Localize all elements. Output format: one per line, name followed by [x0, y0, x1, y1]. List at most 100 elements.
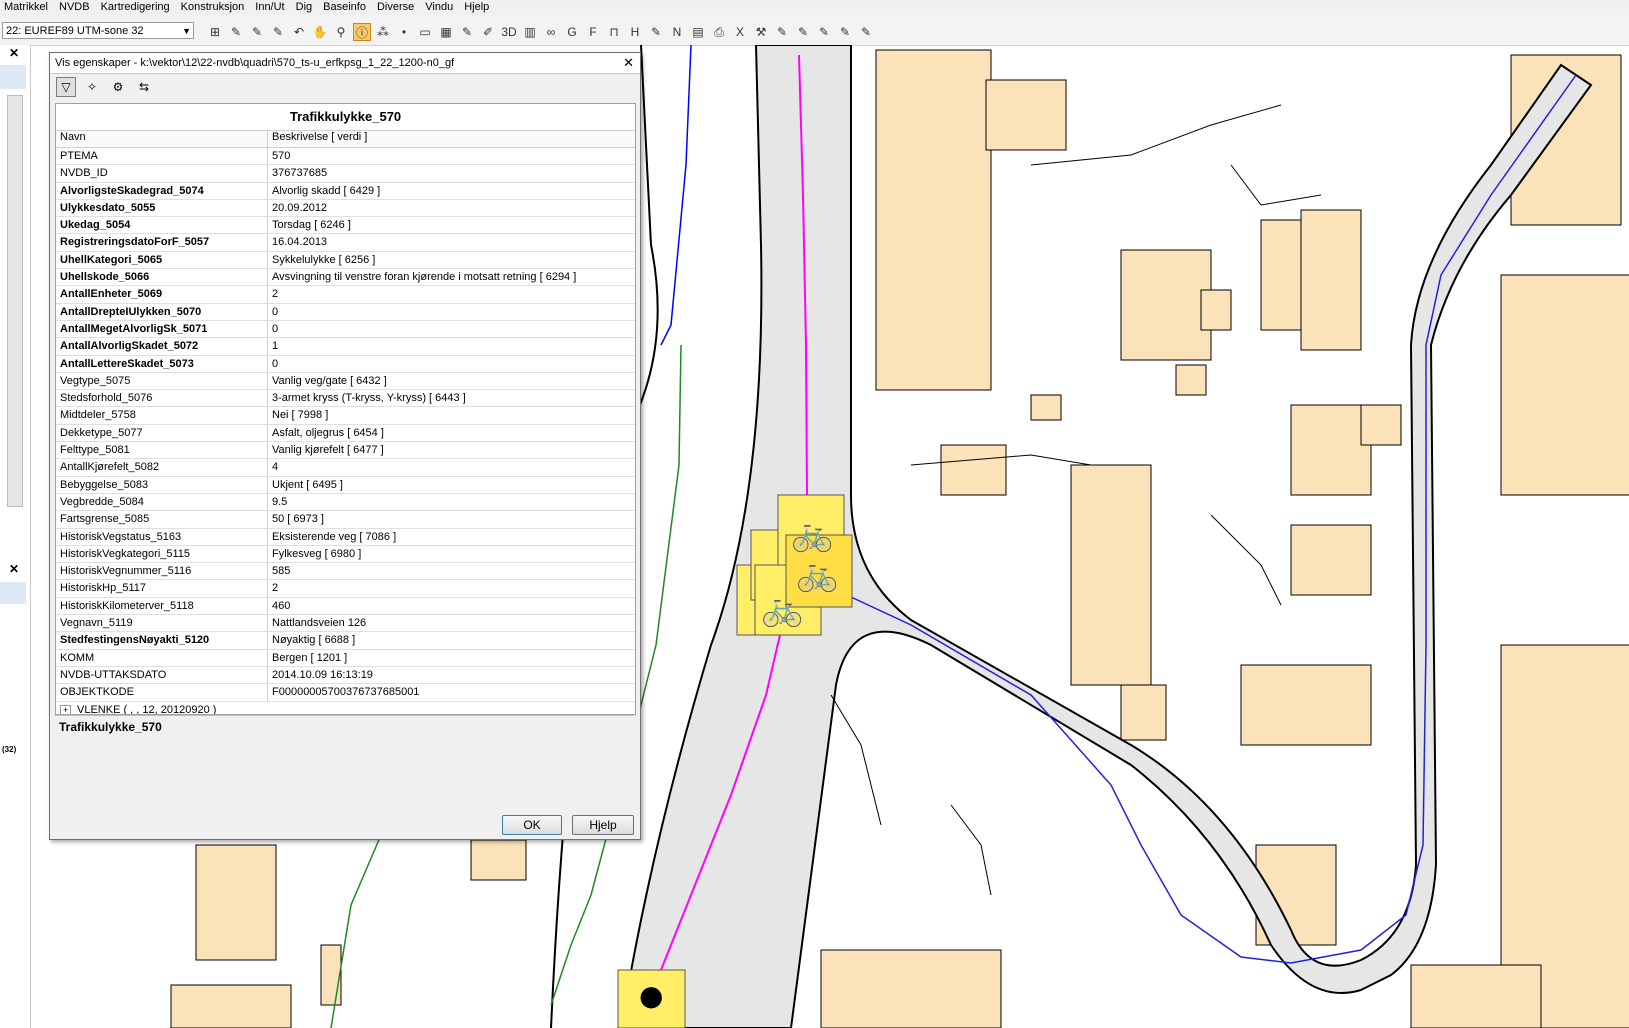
link-icon[interactable]: ⇆: [134, 77, 154, 97]
property-row[interactable]: HistoriskVegnummer_5116 585: [56, 563, 635, 581]
property-row[interactable]: OBJEKTKODE F00000005700376737685001: [56, 684, 635, 702]
property-value: 570: [272, 150, 291, 162]
property-row[interactable]: HistoriskHp_5117 2: [56, 580, 635, 598]
property-row[interactable]: AntallEnheter_5069 2: [56, 286, 635, 304]
help-button[interactable]: Hjelp: [572, 815, 634, 835]
table-icon[interactable]: ▦: [437, 23, 455, 41]
close-icon[interactable]: ✕: [9, 46, 19, 60]
3d-icon[interactable]: 3D: [500, 23, 518, 41]
tool-icon[interactable]: ✎: [269, 23, 287, 41]
property-row[interactable]: AlvorligsteSkadegrad_5074 Alvorlig skadd …: [56, 182, 635, 200]
excel-icon[interactable]: X: [731, 23, 749, 41]
property-row[interactable]: Midtdeler_5758 Nei [ 7998 ]: [56, 407, 635, 425]
nvdb-icon[interactable]: N: [668, 23, 686, 41]
property-row[interactable]: UhellKategori_5065 Sykkelulykke [ 6256 ]: [56, 251, 635, 270]
property-row[interactable]: Ukedag_5054 Torsdag [ 6246 ]: [56, 217, 635, 235]
fig-icon[interactable]: F: [584, 23, 602, 41]
property-row[interactable]: HistoriskKilometerver_5118 460: [56, 597, 635, 616]
gid-icon[interactable]: G: [563, 23, 581, 41]
panel-tab[interactable]: [0, 65, 26, 89]
point-icon[interactable]: •: [395, 23, 413, 41]
property-row[interactable]: HistoriskVegkategori_5115 Fylkesveg [ 698…: [56, 545, 635, 564]
ok-button[interactable]: OK: [502, 815, 562, 835]
tool-icon[interactable]: ✎: [815, 23, 833, 41]
property-row[interactable]: Bebyggelse_5083 Ukjent [ 6495 ]: [56, 476, 635, 494]
property-row[interactable]: Uhellskode_5066 Avsvingning til venstre f…: [56, 269, 635, 287]
menu-item-dig[interactable]: Dig: [292, 0, 320, 15]
menu-item-diverse[interactable]: Diverse: [373, 0, 421, 15]
zoom-icon[interactable]: ⚲: [332, 23, 350, 41]
menu-item-nvdb[interactable]: NVDB: [55, 0, 97, 15]
property-row[interactable]: Vegbredde_5084 9.5: [56, 493, 635, 512]
edit-icon[interactable]: ✐: [479, 23, 497, 41]
scrollbar[interactable]: [7, 95, 23, 507]
vlenke-row[interactable]: + VLENKE ( , , 12, 20120920 ): [56, 702, 635, 714]
property-row[interactable]: AntallMegetAlvorligSk_5071 0: [56, 320, 635, 339]
property-row[interactable]: Stedsforhold_5076 3-armet kryss (T-kryss,…: [56, 390, 635, 408]
pan-hand-icon[interactable]: ✋: [311, 23, 329, 41]
property-row[interactable]: Vegnavn_5119 Nattlandsveien 126: [56, 615, 635, 633]
column-header-description[interactable]: Beskrivelse [ verdi ]: [268, 131, 635, 147]
tool-icon[interactable]: ✎: [458, 23, 476, 41]
tool-icon[interactable]: ✎: [794, 23, 812, 41]
filter-icon[interactable]: ▽: [56, 77, 76, 97]
property-row[interactable]: AntallDrepteIUlykken_5070 0: [56, 303, 635, 321]
property-row[interactable]: RegistreringsdatoForF_5057 16.04.2013: [56, 234, 635, 252]
property-row[interactable]: Felttype_5081 Vanlig kjørefelt [ 6477 ]: [56, 442, 635, 460]
property-value: Vanlig veg/gate [ 6432 ]: [272, 374, 387, 387]
dialog-titlebar[interactable]: Vis egenskaper - k:\vektor\12\22-nvdb\qu…: [50, 53, 640, 74]
property-name: PTEMA: [56, 148, 268, 165]
ruler-icon[interactable]: ▭: [416, 23, 434, 41]
gate-icon[interactable]: ⊓: [605, 23, 623, 41]
hp-icon[interactable]: H: [626, 23, 644, 41]
property-row[interactable]: Vegtype_5075 Vanlig veg/gate [ 6432 ]: [56, 372, 635, 391]
panel-tab[interactable]: [0, 582, 26, 604]
info-icon[interactable]: ⓘ: [353, 23, 371, 41]
menu-item-konstruksjon[interactable]: Konstruksjon: [177, 0, 252, 15]
close-icon[interactable]: ✕: [9, 562, 19, 576]
tool-icon[interactable]: ✎: [857, 23, 875, 41]
property-row[interactable]: NVDB-UTTAKSDATO 2014.10.09 16:13:19: [56, 666, 635, 685]
book-icon[interactable]: ▤: [689, 23, 707, 41]
close-icon[interactable]: ✕: [623, 53, 634, 73]
menu-item-hjelp[interactable]: Hjelp: [460, 0, 496, 15]
crane-icon[interactable]: ⚒: [752, 23, 770, 41]
menu-item-kartredigering[interactable]: Kartredigering: [97, 0, 177, 15]
menu-item-matrikkel[interactable]: Matrikkel: [0, 0, 55, 15]
undo-icon[interactable]: ↶: [290, 23, 308, 41]
property-row[interactable]: NVDB_ID 376737685: [56, 165, 635, 183]
property-row[interactable]: KOMM Bergen [ 1201 ]: [56, 649, 635, 667]
print-icon[interactable]: ⎙: [710, 23, 728, 41]
menu-item-vindu[interactable]: Vindu: [421, 0, 460, 15]
menu-item-baseinfo[interactable]: Baseinfo: [319, 0, 373, 15]
tool-icon[interactable]: ✎: [836, 23, 854, 41]
crs-dropdown[interactable]: 22: EUREF89 UTM-sone 32 ▼: [2, 22, 194, 39]
network-icon[interactable]: ⁂: [374, 23, 392, 41]
tool-icon[interactable]: ✎: [773, 23, 791, 41]
property-row[interactable]: StedfestingensNøyakti_5120 Nøyaktig [ 668…: [56, 632, 635, 650]
property-name: AntallMegetAlvorligSk_5071: [56, 320, 268, 338]
property-row[interactable]: AntallLettereSkadet_5073 0: [56, 355, 635, 373]
tool-icon[interactable]: ✎: [647, 23, 665, 41]
property-row[interactable]: PTEMA 570: [56, 148, 635, 166]
property-row[interactable]: AntallKjørefelt_5082 4: [56, 459, 635, 477]
binoculars-icon[interactable]: ∞: [542, 23, 560, 41]
filter-star-icon[interactable]: ✧: [82, 77, 102, 97]
stats-icon[interactable]: ▥: [521, 23, 539, 41]
property-row[interactable]: Ulykkesdato_5055 20.09.2012: [56, 199, 635, 218]
menu-item-inn-ut[interactable]: Inn/Ut: [251, 0, 291, 15]
expand-icon[interactable]: +: [60, 704, 71, 714]
tool-icon[interactable]: ✎: [248, 23, 266, 41]
grid-icon[interactable]: ⊞: [206, 23, 224, 41]
property-value: Sykkelulykke [ 6256 ]: [272, 253, 376, 266]
property-name: Dekketype_5077: [56, 424, 268, 442]
gear-icon[interactable]: ⚙: [108, 77, 128, 97]
column-header-name[interactable]: Navn: [56, 131, 268, 147]
property-row[interactable]: Dekketype_5077 Asfalt, oljegrus [ 6454 ]: [56, 424, 635, 443]
property-value: 2: [272, 582, 279, 595]
property-name: HistoriskKilometerver_5118: [56, 597, 268, 615]
property-row[interactable]: AntallAlvorligSkadet_5072 1: [56, 338, 635, 356]
property-row[interactable]: Fartsgrense_5085 50 [ 6973 ]: [56, 511, 635, 529]
tool-icon[interactable]: ✎: [227, 23, 245, 41]
property-row[interactable]: HistoriskVegstatus_5163 Eksisterende veg …: [56, 528, 635, 546]
